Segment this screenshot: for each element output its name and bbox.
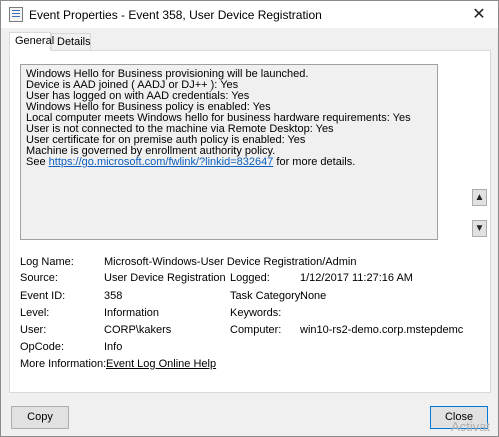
source-value: User Device Registration	[104, 272, 226, 284]
event-id-value: 358	[104, 290, 123, 302]
computer-value: win10-rs2-demo.corp.mstepdemc	[300, 324, 464, 336]
user-value: CORP\kakers	[104, 324, 172, 336]
arrow-down-icon: ▼	[474, 223, 485, 234]
opcode-label: OpCode:	[20, 341, 65, 353]
keywords-label: Keywords:	[230, 307, 282, 319]
event-id-label: Event ID:	[20, 290, 66, 302]
user-label: User:	[20, 324, 47, 336]
close-window-button[interactable]: ✕	[460, 1, 498, 28]
more-information-label: More Information:	[20, 358, 107, 370]
level-label: Level:	[20, 307, 50, 319]
computer-label: Computer:	[230, 324, 282, 336]
tab-general[interactable]: General	[9, 32, 54, 51]
copy-button[interactable]: Copy	[11, 406, 69, 429]
source-label: Source:	[20, 272, 58, 284]
log-name-value: Microsoft-Windows-User Device Registrati…	[104, 256, 357, 268]
description-see-line: See https://go.microsoft.com/fwlink/?lin…	[26, 157, 432, 168]
next-event-button[interactable]: ▼	[472, 220, 487, 237]
fwlink-link[interactable]: https://go.microsoft.com/fwlink/?linkid=…	[49, 156, 274, 168]
logged-value: 1/12/2017 11:27:16 AM	[300, 272, 413, 284]
task-category-value: None	[300, 290, 327, 302]
arrow-up-icon: ▲	[474, 192, 485, 203]
see-prefix: See	[26, 156, 49, 168]
event-viewer-icon	[9, 7, 23, 22]
event-description-box[interactable]: Windows Hello for Business provisioning …	[20, 64, 438, 240]
activation-watermark: Activat	[451, 419, 491, 434]
window-title: Event Properties - Event 358, User Devic…	[29, 8, 322, 22]
event-log-online-help-link[interactable]: Event Log Online Help	[106, 358, 216, 370]
level-value: Information	[104, 307, 160, 319]
logged-label: Logged:	[230, 272, 270, 284]
previous-event-button[interactable]: ▲	[472, 189, 487, 206]
title-bar[interactable]: Event Properties - Event 358, User Devic…	[1, 1, 498, 28]
task-category-label: Task Category:	[230, 290, 304, 302]
opcode-value: Info	[104, 341, 123, 353]
general-panel: Windows Hello for Business provisioning …	[9, 50, 491, 393]
tab-details[interactable]: Details	[51, 33, 91, 50]
event-properties-window: Event Properties - Event 358, User Devic…	[0, 0, 499, 437]
see-suffix: for more details.	[273, 156, 356, 168]
log-name-label: Log Name:	[20, 256, 74, 268]
